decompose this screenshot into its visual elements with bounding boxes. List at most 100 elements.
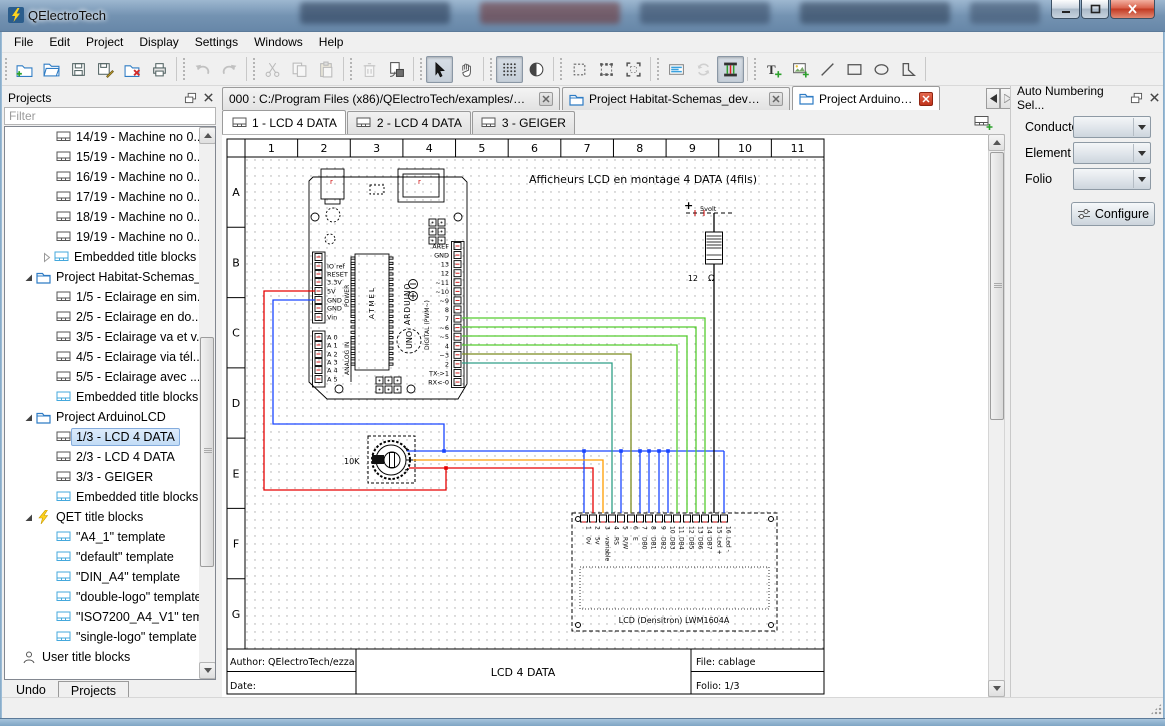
float-panel-icon[interactable] <box>182 91 198 105</box>
toolbar-drag-handle[interactable] <box>419 57 424 81</box>
expanded-expander-icon[interactable] <box>21 412 35 423</box>
tree-item-double-logo-template[interactable]: "double-logo" template <box>5 587 199 607</box>
open-project-button[interactable] <box>38 56 65 83</box>
minimize-button[interactable] <box>1051 0 1080 19</box>
schematic-canvas[interactable]: 1234567891011ABCDEFGAuthor: QElectroTech… <box>222 134 988 697</box>
tree-item-4-5-eclairage-via-t-l[interactable]: 4/5 - Eclairage via tél... <box>5 347 199 367</box>
select-tool-button[interactable] <box>426 56 453 83</box>
tree-item-a4-1-template[interactable]: "A4_1" template <box>5 527 199 547</box>
save-button[interactable] <box>65 56 92 83</box>
close-tab-icon[interactable] <box>919 92 933 106</box>
tree-item-project-arduinolcd[interactable]: Project ArduinoLCD <box>5 407 199 427</box>
tree-scrollbar-thumb[interactable] <box>200 337 214 567</box>
tree-item-iso7200-a4-v1-tem[interactable]: "ISO7200_A4_V1" tem... <box>5 607 199 627</box>
expanded-expander-icon[interactable] <box>21 272 35 283</box>
tree-item-user-title-blocks[interactable]: User title blocks <box>5 647 199 667</box>
grid-toggle-button[interactable] <box>496 56 523 83</box>
add-polygon-button[interactable] <box>895 56 922 83</box>
selection-mode-button[interactable] <box>566 56 593 83</box>
close-tab-icon[interactable] <box>539 92 553 106</box>
menu-edit[interactable]: Edit <box>41 33 78 51</box>
canvas-scrollbar[interactable] <box>988 134 1005 697</box>
tree-item-single-logo-template[interactable]: "single-logo" template <box>5 627 199 647</box>
paste-button[interactable] <box>313 56 340 83</box>
resize-grip[interactable] <box>1150 703 1162 715</box>
float-panel-icon[interactable] <box>1128 91 1144 105</box>
toolbar-drag-handle[interactable] <box>182 57 187 81</box>
conductor-mode-button[interactable] <box>717 56 744 83</box>
menu-settings[interactable]: Settings <box>187 33 246 51</box>
add-image-button[interactable] <box>787 56 814 83</box>
add-text-button[interactable]: T <box>760 56 787 83</box>
add-line-button[interactable] <box>814 56 841 83</box>
tree-item-3-3-geiger[interactable]: 3/3 - GEIGER <box>5 467 199 487</box>
add-rectangle-button[interactable] <box>841 56 868 83</box>
tree-item-qet-title-blocks[interactable]: QET title blocks <box>5 507 199 527</box>
copy-button[interactable] <box>286 56 313 83</box>
canvas-scrollbar-thumb[interactable] <box>990 152 1004 420</box>
project-tab-3[interactable]: Project ArduinoLCD <box>792 86 940 110</box>
tree-item-3-5-eclairage-va-et-v[interactable]: 3/5 - Eclairage va et v... <box>5 327 199 347</box>
project-tab-1[interactable]: 000 : C:/Program Files (x86)/QElectroTec… <box>222 87 560 110</box>
selection-frame-button[interactable] <box>620 56 647 83</box>
toolbar-drag-handle[interactable] <box>4 57 9 81</box>
close-button[interactable] <box>1110 0 1155 19</box>
tree-item-2-3-lcd-4-data[interactable]: 2/3 - LCD 4 DATA <box>5 447 199 467</box>
menu-windows[interactable]: Windows <box>246 33 311 51</box>
redo-button[interactable] <box>216 56 243 83</box>
tree-item-default-template[interactable]: "default" template <box>5 547 199 567</box>
folio-combobox[interactable] <box>1073 168 1151 190</box>
scroll-up-button[interactable] <box>988 134 1005 151</box>
close-tab-icon[interactable] <box>769 92 783 106</box>
tree-item-18-19-machine-no-0[interactable]: 18/19 - Machine no 0... <box>5 207 199 227</box>
tree-item-1-3-lcd-4-data[interactable]: 1/3 - LCD 4 DATA <box>5 427 199 447</box>
maximize-button[interactable] <box>1081 0 1109 19</box>
scroll-up-button[interactable] <box>199 127 216 144</box>
cut-button[interactable] <box>259 56 286 83</box>
tree-item-embedded-title-blocks[interactable]: Embedded title blocks <box>5 487 199 507</box>
element-combobox[interactable] <box>1073 142 1151 164</box>
configure-button[interactable]: Configure <box>1071 202 1155 226</box>
tree-item-1-5-eclairage-en-sim[interactable]: 1/5 - Eclairage en sim... <box>5 287 199 307</box>
print-button[interactable] <box>146 56 173 83</box>
tree-item-5-5-eclairage-avec[interactable]: 5/5 - Eclairage avec ... <box>5 367 199 387</box>
conductor-combobox[interactable] <box>1073 116 1151 138</box>
undo-button[interactable] <box>189 56 216 83</box>
toolbar-drag-handle[interactable] <box>656 57 661 81</box>
tree-item-17-19-machine-no-0[interactable]: 17/19 - Machine no 0... <box>5 187 199 207</box>
save-as-button[interactable] <box>92 56 119 83</box>
tree-item-din-a4-template[interactable]: "DIN_A4" template <box>5 567 199 587</box>
tree-scrollbar[interactable] <box>199 127 216 679</box>
toolbar-drag-handle[interactable] <box>252 57 257 81</box>
close-panel-icon[interactable] <box>1146 91 1162 105</box>
add-ellipse-button[interactable] <box>868 56 895 83</box>
toolbar-drag-handle[interactable] <box>349 57 354 81</box>
toolbar-drag-handle[interactable] <box>559 57 564 81</box>
menu-project[interactable]: Project <box>78 33 131 51</box>
title-bar[interactable]: QElectroTech <box>0 0 1165 32</box>
tab-scroll-left-button[interactable] <box>986 88 1000 109</box>
paste-special-button[interactable] <box>383 56 410 83</box>
close-project-button[interactable] <box>119 56 146 83</box>
tree-item-embedded-title-blocks[interactable]: Embedded title blocks <box>5 247 199 267</box>
expanded-expander-icon[interactable] <box>21 512 35 523</box>
tree-item-2-5-eclairage-en-do[interactable]: 2/5 - Eclairage en do... <box>5 307 199 327</box>
tree-item-15-19-machine-no-0[interactable]: 15/19 - Machine no 0... <box>5 147 199 167</box>
contrast-theme-button[interactable] <box>523 56 550 83</box>
tree-item-14-19-machine-no-0[interactable]: 14/19 - Machine no 0... <box>5 127 199 147</box>
tree-item-embedded-title-blocks[interactable]: Embedded title blocks <box>5 387 199 407</box>
close-panel-icon[interactable] <box>200 91 216 105</box>
delete-button[interactable] <box>356 56 383 83</box>
selection-resize-button[interactable] <box>593 56 620 83</box>
tree-item-project-habitat-schemas[interactable]: Project Habitat-Schemas_... <box>5 267 199 287</box>
folio-tab-1[interactable]: 1 - LCD 4 DATA <box>222 110 346 134</box>
scroll-down-button[interactable] <box>199 662 216 679</box>
pan-tool-button[interactable] <box>453 56 480 83</box>
tree-item-16-19-machine-no-0[interactable]: 16/19 - Machine no 0... <box>5 167 199 187</box>
filter-input[interactable] <box>4 107 216 125</box>
menu-display[interactable]: Display <box>131 33 186 51</box>
toolbar-drag-handle[interactable] <box>489 57 494 81</box>
titleblock-list-button[interactable] <box>663 56 690 83</box>
project-tab-2[interactable]: Project Habitat-Schemas_developpes <box>562 87 790 110</box>
new-project-button[interactable] <box>11 56 38 83</box>
